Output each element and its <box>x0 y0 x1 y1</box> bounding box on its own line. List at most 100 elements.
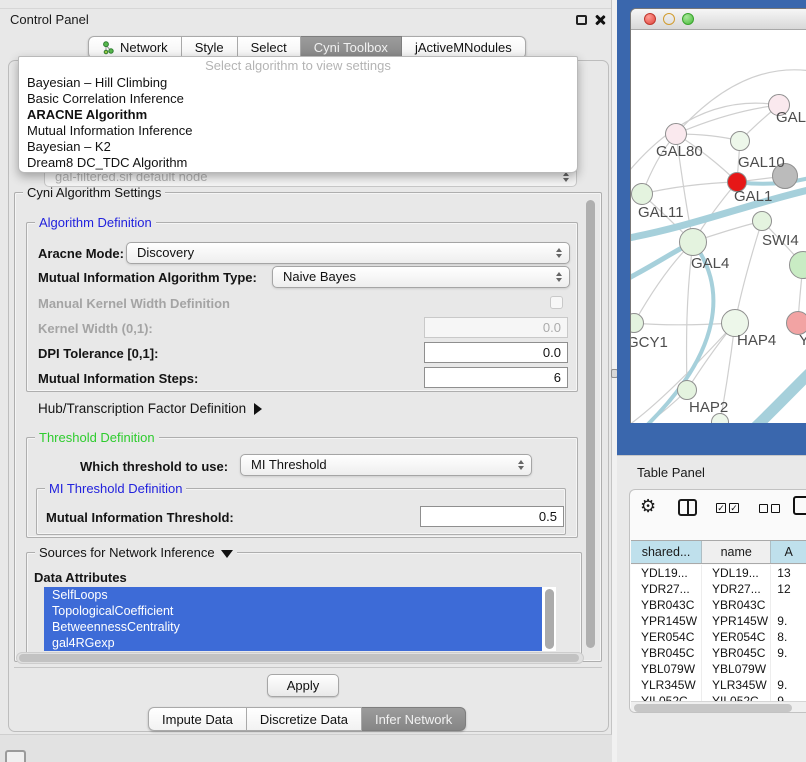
network-canvas[interactable]: GALGAL80GAL10GAL1GAL11SWI4GAL4GCY1HAP4YH… <box>631 31 806 423</box>
table-row[interactable]: YBL079WYBL079W <box>631 661 806 677</box>
bottom-tab-discretize-data-label: Discretize Data <box>260 712 348 727</box>
split-columns-icon[interactable] <box>678 499 697 516</box>
algorithm-option[interactable]: Mutual Information Inference <box>19 123 577 139</box>
column-header-name[interactable]: name <box>702 541 771 563</box>
table-body: YDL19...YDL19...13YDR27...YDR27...12YBR0… <box>631 565 806 701</box>
node-label-hap2: HAP2 <box>689 399 728 416</box>
manual-kernel-width-checkbox[interactable] <box>550 296 563 309</box>
control-panel-titlebar: Control Panel <box>0 8 611 30</box>
algorithm-option[interactable]: Bayesian – Hill Climbing <box>19 75 577 91</box>
cyni-algorithm-settings-title: Cyni Algorithm Settings <box>23 185 165 200</box>
column-header-shared-[interactable]: shared... <box>631 541 702 563</box>
algorithm-option[interactable]: Basic Correlation Inference <box>19 91 577 107</box>
node-label-gal1: GAL1 <box>734 188 772 205</box>
settings-vertical-scrollbar[interactable] <box>584 196 597 658</box>
table-horizontal-scrollbar[interactable] <box>631 701 806 713</box>
sources-title[interactable]: Sources for Network Inference <box>35 545 237 560</box>
node-label-gcy1: GCY1 <box>631 334 668 351</box>
hub-definition-label: Hub/Transcription Factor Definition <box>38 401 246 416</box>
node-table: ⚙ ✓✓ shared...nameA YDL19...YDL19...13YD… <box>629 489 806 713</box>
apply-button[interactable]: Apply <box>267 674 339 697</box>
minimize-traffic-light-icon[interactable] <box>663 13 675 25</box>
network-node[interactable] <box>730 131 750 151</box>
algorithm-option[interactable]: Bayesian – K2 <box>19 139 577 155</box>
float-window-icon[interactable] <box>576 15 587 25</box>
kernel-width-field[interactable]: 0.0 <box>424 317 568 338</box>
collapse-arrow-icon <box>221 550 233 558</box>
attribute-item[interactable]: SelfLoops <box>44 587 542 603</box>
mi-algorithm-type-combo[interactable]: Naive Bayes <box>272 266 570 288</box>
network-node[interactable] <box>665 123 687 145</box>
table-row[interactable]: YDR27...YDR27...12 <box>631 581 806 597</box>
table-row[interactable]: YDL19...YDL19...13 <box>631 565 806 581</box>
dpi-tolerance-field[interactable]: 0.0 <box>424 342 568 363</box>
table-cell: 9. <box>771 693 806 701</box>
node-label-swi4: SWI4 <box>762 232 799 249</box>
export-table-icon[interactable] <box>793 496 806 515</box>
close-traffic-light-icon[interactable] <box>644 13 656 25</box>
algorithm-option[interactable]: ARACNE Algorithm <box>19 107 577 123</box>
table-cell <box>771 661 806 677</box>
table-row[interactable]: YPR145WYPR145W9. <box>631 613 806 629</box>
close-icon[interactable] <box>594 14 606 26</box>
hub-definition-expander[interactable]: Hub/Transcription Factor Definition <box>38 401 262 416</box>
settings-horizontal-scrollbar[interactable] <box>16 652 584 664</box>
collapsed-panel-icon[interactable] <box>5 750 26 762</box>
which-threshold-combo[interactable]: MI Threshold <box>240 454 532 476</box>
network-node[interactable] <box>677 380 697 400</box>
mi-steps-field[interactable]: 6 <box>424 367 568 388</box>
table-cell: YBR043C <box>702 597 771 613</box>
attribute-item[interactable]: TopologicalCoefficient <box>44 603 542 619</box>
data-attributes-label: Data Attributes <box>34 570 127 585</box>
mi-threshold-label: Mutual Information Threshold: <box>46 510 234 525</box>
table-cell: YLR345W <box>631 677 702 693</box>
bottom-tab-infer-network[interactable]: Infer Network <box>362 707 466 731</box>
combo-spinner-icon <box>563 172 569 182</box>
network-node[interactable] <box>752 211 772 231</box>
table-row[interactable]: YIL052CYIL052C9. <box>631 693 806 701</box>
threshold-definition-title: Threshold Definition <box>35 430 159 445</box>
tab-jactivemnodules-label: jActiveMNodules <box>415 40 512 55</box>
column-header-a[interactable]: A <box>771 541 806 563</box>
gear-icon[interactable]: ⚙ <box>640 497 656 515</box>
aracne-mode-combo[interactable]: Discovery <box>126 242 570 264</box>
table-cell: 13 <box>771 565 806 581</box>
table-row[interactable]: YLR345WYLR345W9. <box>631 677 806 693</box>
tab-network-label: Network <box>120 40 168 55</box>
network-edges <box>631 31 806 423</box>
expander-arrow-icon <box>254 403 262 415</box>
manual-kernel-width-label: Manual Kernel Width Definition <box>38 296 230 311</box>
list-scrollbar[interactable] <box>545 589 554 649</box>
node-label-hap4: HAP4 <box>737 332 776 349</box>
node-label-gal4: GAL4 <box>691 255 729 272</box>
mi-algorithm-type-value: Naive Bayes <box>283 269 356 284</box>
aracne-mode-label: Aracne Mode: <box>38 246 124 261</box>
table-row[interactable]: YER054CYER054C8. <box>631 629 806 645</box>
mi-threshold-field[interactable]: 0.5 <box>420 506 564 527</box>
network-node[interactable] <box>679 228 707 256</box>
bottom-tab-discretize-data[interactable]: Discretize Data <box>247 707 362 731</box>
network-node[interactable] <box>631 183 653 205</box>
algorithm-option[interactable]: Dream8 DC_TDC Algorithm <box>19 155 577 171</box>
mi-algorithm-type-label: Mutual Information Algorithm Type: <box>38 270 257 285</box>
data-attributes-list[interactable]: SelfLoopsTopologicalCoefficientBetweenne… <box>44 587 556 651</box>
select-all-columns-icon[interactable]: ✓✓ <box>716 503 739 513</box>
node-label-gal: GAL <box>776 109 806 126</box>
table-row[interactable]: YBR043CYBR043C <box>631 597 806 613</box>
table-cell: 12 <box>771 581 806 597</box>
node-label-gal11: GAL11 <box>638 204 684 221</box>
table-cell: YBR045C <box>631 645 702 661</box>
table-cell: YPR145W <box>631 613 702 629</box>
table-cell: YER054C <box>631 629 702 645</box>
deselect-all-columns-icon[interactable] <box>759 504 780 513</box>
zoom-traffic-light-icon[interactable] <box>682 13 694 25</box>
table-panel-title: Table Panel <box>637 465 705 480</box>
dpi-tolerance-label: DPI Tolerance [0,1]: <box>38 346 158 361</box>
table-row[interactable]: YBR045CYBR045C9. <box>631 645 806 661</box>
attribute-item[interactable]: gal4RGexp <box>44 635 542 651</box>
bottom-tab-impute-data[interactable]: Impute Data <box>148 707 247 731</box>
network-window-titlebar[interactable] <box>631 9 806 30</box>
table-cell: YER054C <box>702 629 771 645</box>
table-header-row: shared...nameA <box>631 540 806 564</box>
attribute-item[interactable]: BetweennessCentrality <box>44 619 542 635</box>
